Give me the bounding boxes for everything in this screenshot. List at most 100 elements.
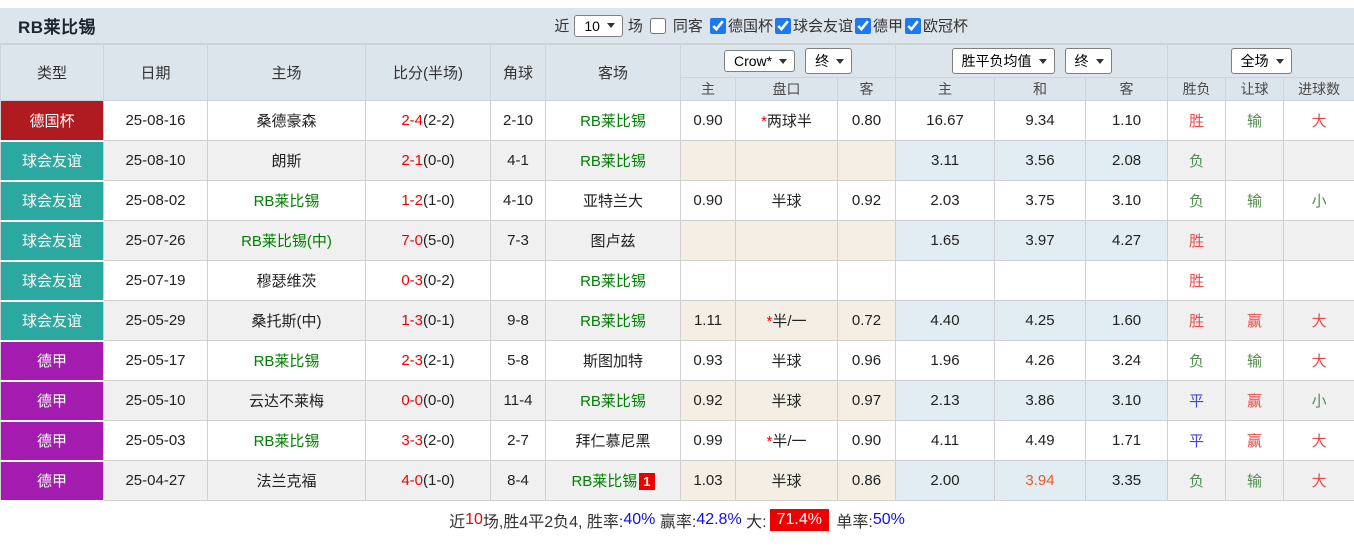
cell-type: 德甲 bbox=[1, 461, 104, 501]
cell-type: 德甲 bbox=[1, 341, 104, 381]
halftime-score: (2-1) bbox=[423, 352, 455, 369]
chevron-down-icon bbox=[1039, 59, 1047, 64]
cell-cover: 输 bbox=[1226, 101, 1284, 141]
fulltime-score: 2-4 bbox=[401, 112, 423, 129]
cell-avg-home: 4.40 bbox=[896, 301, 995, 341]
cell-away-odds bbox=[838, 141, 896, 181]
cell-home-odds: 0.93 bbox=[681, 341, 736, 381]
chevron-down-icon bbox=[607, 23, 615, 28]
cell-result: 胜 bbox=[1168, 261, 1226, 301]
cell-goals: 大 bbox=[1284, 461, 1354, 501]
cell-away: RB莱比锡1 bbox=[546, 461, 681, 501]
cell-score: 0-3(0-2) bbox=[366, 261, 491, 301]
footer-segment: 71.4% bbox=[770, 509, 829, 531]
home-team-name: 桑托斯(中) bbox=[252, 313, 322, 330]
cell-handicap bbox=[736, 261, 838, 301]
filter-checkbox[interactable] bbox=[855, 18, 871, 34]
cell-avg-away: 3.35 bbox=[1086, 461, 1168, 501]
cell-type: 球会友谊 bbox=[1, 221, 104, 261]
cell-home-odds bbox=[681, 261, 736, 301]
cell-type: 球会友谊 bbox=[1, 181, 104, 221]
cell-cover: 输 bbox=[1226, 461, 1284, 501]
cell-type: 球会友谊 bbox=[1, 301, 104, 341]
cell-avg-home: 1.96 bbox=[896, 341, 995, 381]
cell-cover: 输 bbox=[1226, 341, 1284, 381]
cell-date: 25-05-17 bbox=[104, 341, 208, 381]
header-corners: 角球 bbox=[491, 45, 546, 101]
halftime-score: (0-0) bbox=[423, 392, 455, 409]
same-opponent-label: 同客 bbox=[673, 15, 703, 36]
cell-away-odds: 0.72 bbox=[838, 301, 896, 341]
stats-footer: 近10场,胜4平2负4, 胜率:40% 赢率:42.8% 大:71.4% 单率:… bbox=[0, 502, 1354, 539]
table-row: 德国杯25-08-16桑德豪森2-4(2-2)2-10RB莱比锡0.90*两球半… bbox=[1, 101, 1354, 141]
avg-time-value: 终 bbox=[1075, 51, 1089, 71]
cell-away-odds: 0.96 bbox=[838, 341, 896, 381]
subheader-avg-away: 客 bbox=[1086, 78, 1168, 101]
bookmaker-select[interactable]: Crow* bbox=[724, 50, 795, 72]
cell-type: 球会友谊 bbox=[1, 261, 104, 301]
halftime-score: (0-0) bbox=[423, 152, 455, 169]
cell-corners: 4-1 bbox=[491, 141, 546, 181]
cell-date: 25-08-16 bbox=[104, 101, 208, 141]
cell-handicap: *两球半 bbox=[736, 101, 838, 141]
subheader-odds-home: 主 bbox=[681, 78, 736, 101]
table-row: 球会友谊25-05-29桑托斯(中)1-3(0-1)9-8RB莱比锡1.11*半… bbox=[1, 301, 1354, 341]
away-team-name: RB莱比锡 bbox=[580, 393, 646, 410]
cell-cover: 输 bbox=[1226, 181, 1284, 221]
cell-home: 法兰克福 bbox=[208, 461, 366, 501]
table-row: 球会友谊25-08-02RB莱比锡1-2(1-0)4-10亚特兰大0.90半球0… bbox=[1, 181, 1354, 221]
cell-corners: 11-4 bbox=[491, 381, 546, 421]
cell-avg-away: 1.60 bbox=[1086, 301, 1168, 341]
cell-home: 云达不莱梅 bbox=[208, 381, 366, 421]
same-opponent-checkbox[interactable] bbox=[650, 18, 666, 34]
cell-corners: 9-8 bbox=[491, 301, 546, 341]
team-title: RB莱比锡 bbox=[0, 13, 96, 38]
table-row: 球会友谊25-08-10朗斯2-1(0-0)4-1RB莱比锡3.113.562.… bbox=[1, 141, 1354, 181]
cell-avg-draw: 4.49 bbox=[995, 421, 1086, 461]
cell-cover: 赢 bbox=[1226, 301, 1284, 341]
recent-games-select[interactable]: 10 bbox=[574, 15, 623, 37]
subheader-avg-home: 主 bbox=[896, 78, 995, 101]
filter-label: 球会友谊 bbox=[793, 15, 853, 36]
fulltime-score: 2-3 bbox=[401, 352, 423, 369]
cell-result: 平 bbox=[1168, 421, 1226, 461]
cell-avg-away: 3.24 bbox=[1086, 341, 1168, 381]
scope-select[interactable]: 全场 bbox=[1231, 48, 1292, 74]
avg-time-select[interactable]: 终 bbox=[1065, 48, 1112, 74]
cell-away: 拜仁慕尼黑 bbox=[546, 421, 681, 461]
cell-cover bbox=[1226, 141, 1284, 181]
cell-date: 25-08-02 bbox=[104, 181, 208, 221]
filter-item-0: 德国杯 bbox=[708, 15, 773, 36]
cell-handicap: *半/一 bbox=[736, 421, 838, 461]
filter-checkbox[interactable] bbox=[710, 18, 726, 34]
cell-away-odds: 0.80 bbox=[838, 101, 896, 141]
cell-avg-home: 16.67 bbox=[896, 101, 995, 141]
handicap-text: 半/一 bbox=[772, 313, 806, 330]
bookmaker-time-select[interactable]: 终 bbox=[805, 48, 852, 74]
rank-badge: 1 bbox=[639, 473, 654, 490]
cell-goals: 大 bbox=[1284, 341, 1354, 381]
cell-away: RB莱比锡 bbox=[546, 141, 681, 181]
halftime-score: (0-1) bbox=[423, 312, 455, 329]
filter-checkbox[interactable] bbox=[905, 18, 921, 34]
cell-home-odds: 0.90 bbox=[681, 101, 736, 141]
cell-home: RB莱比锡 bbox=[208, 341, 366, 381]
away-team-name: RB莱比锡 bbox=[580, 153, 646, 170]
fulltime-score: 7-0 bbox=[401, 232, 423, 249]
away-team-name: RB莱比锡 bbox=[580, 273, 646, 290]
top-spacer bbox=[0, 0, 1354, 8]
cell-home: 桑德豪森 bbox=[208, 101, 366, 141]
avg-type-select[interactable]: 胜平负均值 bbox=[952, 48, 1055, 74]
cell-away: RB莱比锡 bbox=[546, 101, 681, 141]
filter-checkbox[interactable] bbox=[775, 18, 791, 34]
cell-home: 朗斯 bbox=[208, 141, 366, 181]
cell-home-odds bbox=[681, 141, 736, 181]
cell-avg-home: 1.65 bbox=[896, 221, 995, 261]
cell-date: 25-07-26 bbox=[104, 221, 208, 261]
away-team-name: RB莱比锡 bbox=[580, 313, 646, 330]
halftime-score: (5-0) bbox=[423, 232, 455, 249]
cell-result: 负 bbox=[1168, 141, 1226, 181]
avg-selector-cell: 胜平负均值 终 bbox=[896, 45, 1168, 78]
cell-away: RB莱比锡 bbox=[546, 261, 681, 301]
cell-type: 球会友谊 bbox=[1, 141, 104, 181]
